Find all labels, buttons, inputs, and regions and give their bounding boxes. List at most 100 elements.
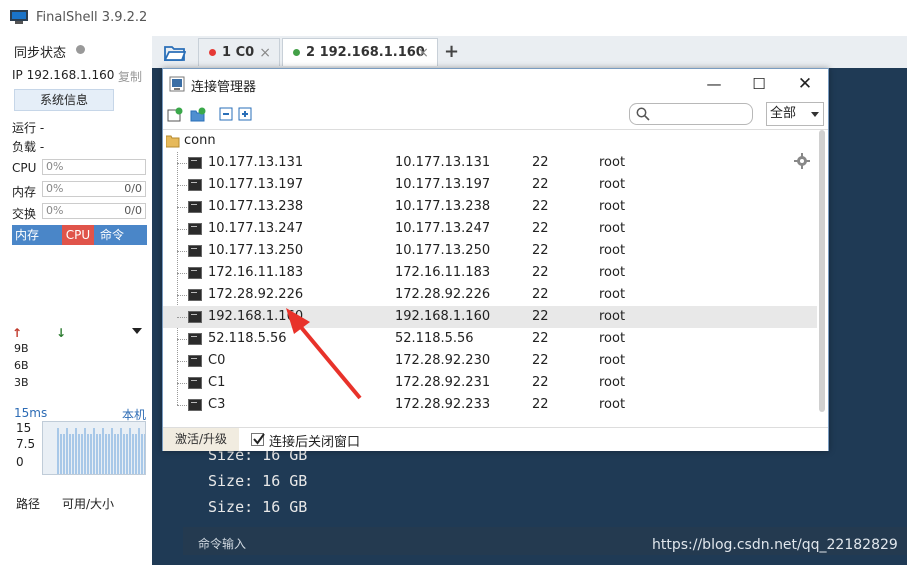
terminal-icon <box>188 223 202 235</box>
close-after-connect-checkbox[interactable] <box>251 433 265 446</box>
activate-upgrade-button[interactable]: 激活/升级 <box>163 428 239 451</box>
terminal-line: Size: 16 GB <box>208 472 308 490</box>
terminal-icon <box>188 267 202 279</box>
connection-host: 172.16.11.183 <box>395 265 491 280</box>
ping-graph-bar <box>96 434 98 474</box>
ping-graph-bar <box>144 434 145 474</box>
sync-status-icon <box>76 45 85 54</box>
maximize-icon[interactable]: ☐ <box>747 72 771 96</box>
red-arrow-annotation <box>286 308 362 400</box>
cpu-meter: 0% <box>42 159 146 175</box>
cpu-value: 0% <box>46 160 64 173</box>
connection-row[interactable]: 10.177.13.247 10.177.13.247 22 root <box>163 218 817 240</box>
connection-name: 52.118.5.56 <box>208 331 287 346</box>
tree-guide-branch <box>177 361 187 362</box>
tree-guide-branch <box>177 229 187 230</box>
connection-row[interactable]: 10.177.13.238 10.177.13.238 22 root <box>163 196 817 218</box>
tree-guide-branch <box>177 185 187 186</box>
connection-user: root <box>599 177 626 192</box>
connection-name: C1 <box>208 375 226 390</box>
tab-session-2[interactable]: 2 192.168.1.160 × <box>282 38 438 66</box>
filter-select[interactable]: 全部 <box>766 102 824 126</box>
close-after-connect-label: 连接后关闭窗口 <box>269 435 361 450</box>
ping-graph-bar <box>72 434 74 474</box>
tree-guide-branch <box>177 207 187 208</box>
connection-user: root <box>599 221 626 236</box>
tab-session-1[interactable]: 1 C0 × <box>198 38 280 66</box>
watermark-text: https://blog.csdn.net/qq_22182829 <box>652 537 898 553</box>
connection-port: 22 <box>532 155 549 170</box>
connection-row[interactable]: 192.168.1.160 192.168.1.160 22 root <box>163 306 817 328</box>
tree-guide-branch <box>177 163 187 164</box>
tab-cpu[interactable]: CPU <box>62 225 94 245</box>
connection-tree: conn 10.177.13.131 10.177.13.131 22 root 10.… <box>163 130 828 427</box>
finalshell-logo-icon <box>10 10 28 24</box>
ping-graph-bar <box>78 434 80 474</box>
terminal-icon <box>188 399 202 411</box>
tab-status-dot <box>293 48 300 56</box>
swap-label: 交换 <box>12 207 37 221</box>
terminal-icon <box>188 201 202 213</box>
ping-tick-low: 0 <box>16 455 24 469</box>
tab-cmd[interactable]: 命令 <box>100 225 124 245</box>
tree-guide-branch <box>177 251 187 252</box>
terminal-icon <box>188 289 202 301</box>
checkmark-icon <box>253 433 265 445</box>
tree-scrollbar[interactable] <box>819 130 825 412</box>
search-icon <box>636 107 650 121</box>
add-tab-icon[interactable]: + <box>444 41 459 62</box>
terminal-icon <box>188 333 202 345</box>
network-dropdown-icon[interactable] <box>132 328 142 334</box>
gear-icon[interactable] <box>794 153 810 169</box>
connection-row[interactable]: 10.177.13.250 10.177.13.250 22 root <box>163 240 817 262</box>
connection-host: 52.118.5.56 <box>395 331 474 346</box>
close-icon[interactable]: × <box>417 39 429 67</box>
monitor-tab-strip: 内存 CPU 命令 <box>12 225 147 245</box>
connection-row[interactable]: 10.177.13.197 10.177.13.197 22 root <box>163 174 817 196</box>
avail-column-header: 可用/大小 <box>62 497 115 511</box>
connection-row[interactable]: 10.177.13.131 10.177.13.131 22 root <box>163 152 817 174</box>
close-icon[interactable]: × <box>259 39 271 67</box>
tab-session-1-label: 1 C0 <box>222 45 255 60</box>
sync-status-label: 同步状态 <box>14 46 67 61</box>
connection-user: root <box>599 375 626 390</box>
ping-graph-bar <box>126 434 128 474</box>
terminal-icon <box>188 157 202 169</box>
connection-row[interactable]: 172.16.11.183 172.16.11.183 22 root <box>163 262 817 284</box>
ping-graph-bar <box>132 434 134 474</box>
search-input[interactable] <box>629 103 753 125</box>
connection-host: 10.177.13.238 <box>395 199 491 214</box>
connection-user: root <box>599 287 626 302</box>
connection-manager-icon <box>169 76 185 92</box>
ping-graph-bar <box>141 434 143 474</box>
folder-open-icon[interactable] <box>164 44 186 62</box>
connection-user: root <box>599 397 626 412</box>
connection-row[interactable]: 172.28.92.226 172.28.92.226 22 root <box>163 284 817 306</box>
terminal-icon <box>188 245 202 257</box>
connection-host: 172.28.92.230 <box>395 353 491 368</box>
cpu-label: CPU <box>12 161 37 175</box>
copy-ip-link[interactable]: 复制 <box>118 68 142 85</box>
new-folder-icon[interactable] <box>190 107 206 123</box>
connection-host: 10.177.13.250 <box>395 243 491 258</box>
connection-row[interactable]: C1 172.28.92.231 22 root <box>163 372 817 394</box>
ping-graph-bar <box>117 434 119 474</box>
tree-guide-branch <box>177 273 187 274</box>
connection-row[interactable]: 52.118.5.56 52.118.5.56 22 root <box>163 328 817 350</box>
mem-value: 0% <box>46 182 64 195</box>
close-icon[interactable]: ✕ <box>793 72 817 96</box>
tab-status-dot <box>209 48 216 56</box>
tree-guide-branch <box>177 317 187 318</box>
folder-row[interactable]: conn <box>163 130 817 152</box>
ping-graph-bar <box>135 434 137 474</box>
system-info-button[interactable]: 系统信息 <box>14 89 114 111</box>
new-connection-icon[interactable] <box>167 107 183 123</box>
expand-all-icon[interactable] <box>238 107 254 123</box>
minimize-icon[interactable]: — <box>702 72 726 96</box>
connection-row[interactable]: C0 172.28.92.230 22 root <box>163 350 817 372</box>
tab-mem[interactable]: 内存 <box>15 225 39 245</box>
connection-row[interactable]: C3 172.28.92.233 22 root <box>163 394 817 416</box>
ping-graph-bar <box>102 428 104 474</box>
connection-port: 22 <box>532 353 549 368</box>
collapse-all-icon[interactable] <box>219 107 235 123</box>
